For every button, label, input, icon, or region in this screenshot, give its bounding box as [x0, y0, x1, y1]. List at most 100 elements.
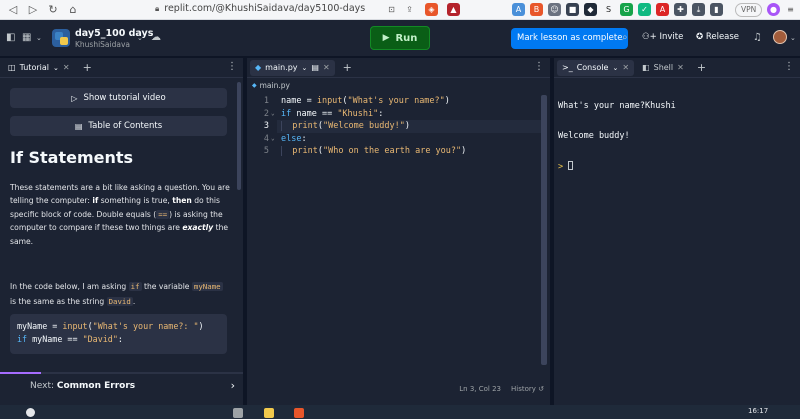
- more-options-icon[interactable]: ⋮: [784, 61, 794, 72]
- breadcrumb[interactable]: ◆ main.py: [252, 81, 290, 90]
- code-line[interactable]: name = input("What's your name?"): [281, 95, 466, 108]
- sidebar-extension[interactable]: ▮: [710, 3, 723, 16]
- reload-icon[interactable]: ↻: [46, 3, 60, 17]
- lesson-progress-bar: [0, 372, 42, 374]
- code-token: ): [404, 121, 410, 131]
- code-token: "David": [82, 334, 118, 344]
- puzzle-extension[interactable]: ✓: [638, 3, 651, 16]
- book-icon: ◫: [8, 63, 16, 72]
- rewards-icon[interactable]: ▲: [447, 3, 460, 16]
- editor-statusbar: Ln 3, Col 23 History ↺: [459, 385, 544, 393]
- code-line[interactable]: if name == "Khushi":: [281, 108, 466, 121]
- install-app-icon[interactable]: ⊡: [385, 3, 398, 16]
- back-icon[interactable]: ◁: [6, 3, 20, 17]
- close-icon[interactable]: ✕: [323, 63, 330, 72]
- sidebar-toggle-icon[interactable]: ◧: [6, 32, 15, 43]
- brave-icon[interactable]: ◈: [425, 3, 438, 16]
- tab-main-py[interactable]: ◆ main.py ⌄ ▤ ✕: [250, 59, 335, 76]
- address-bar[interactable]: 🔒︎ replit.com/@KhushiSaidava/day5100-day…: [155, 3, 365, 14]
- pdf-extension[interactable]: A: [656, 3, 669, 16]
- profile-icon[interactable]: ●: [767, 3, 780, 16]
- more-options-icon[interactable]: ⋮: [534, 61, 544, 72]
- repl-owner[interactable]: KhushiSaidava: [75, 40, 130, 49]
- cloud-icon: ☁: [151, 32, 161, 43]
- code-token: "What's your name?": [347, 96, 445, 106]
- browser-taskbar-icon[interactable]: [294, 408, 304, 418]
- table-of-contents-button[interactable]: ▤ Table of Contents: [10, 116, 227, 136]
- chevron-down-icon[interactable]: ⌄: [137, 34, 143, 42]
- show-tutorial-video-button[interactable]: ▷ Show tutorial video: [10, 88, 227, 108]
- code-token: myName =: [17, 321, 63, 331]
- close-icon[interactable]: ✕: [63, 63, 70, 72]
- pane-divider[interactable]: [243, 58, 247, 405]
- chevron-down-icon[interactable]: ⌄: [612, 64, 618, 72]
- code-line[interactable]: else:: [281, 133, 466, 146]
- indent-guide: [281, 121, 293, 131]
- menu-icon[interactable]: ≡: [784, 3, 797, 16]
- fold-chevron-icon[interactable]: ⌄: [271, 133, 279, 146]
- dark-extension[interactable]: ■: [566, 3, 579, 16]
- prompt-glyph: >: [558, 162, 564, 172]
- search-icon[interactable]: [26, 408, 35, 417]
- chevron-down-icon[interactable]: ⌄: [302, 64, 308, 72]
- release-button[interactable]: ✪ Release: [696, 32, 739, 42]
- s-extension[interactable]: S: [602, 3, 615, 16]
- tutorial-scrollbar[interactable]: [237, 82, 241, 190]
- tab-shell[interactable]: ◧ Shell ✕: [637, 60, 689, 76]
- code-line[interactable]: print("Welcome buddy!"): [281, 120, 466, 133]
- url-text: replit.com/@KhushiSaidava/day5100-days: [164, 3, 366, 14]
- user-extension[interactable]: ☺: [548, 3, 561, 16]
- format-icon[interactable]: ▤: [311, 63, 319, 72]
- fold-chevron-icon[interactable]: ⌄: [271, 108, 279, 121]
- code-token: ): [461, 146, 467, 156]
- invite-button[interactable]: ⚇+ Invite: [642, 32, 683, 42]
- close-icon[interactable]: ✕: [622, 63, 629, 72]
- avatar[interactable]: [773, 30, 787, 44]
- add-tab-icon[interactable]: +: [697, 61, 706, 74]
- close-icon[interactable]: ✕: [677, 63, 684, 72]
- layout-icon[interactable]: ▦: [22, 32, 31, 43]
- grammarly-extension[interactable]: G: [620, 3, 633, 16]
- code-line[interactable]: print("Who on the earth are you?"): [281, 145, 466, 158]
- share-icon[interactable]: ⇪: [403, 3, 416, 16]
- brave-shield-extension[interactable]: B: [530, 3, 543, 16]
- chevron-down-icon[interactable]: ⌄: [36, 34, 42, 42]
- history-button[interactable]: History ↺: [511, 385, 544, 393]
- pane-divider[interactable]: [550, 58, 554, 405]
- console-prompt[interactable]: >: [558, 161, 676, 172]
- python-file-icon: ◆: [255, 63, 262, 72]
- extensions-puzzle-extension[interactable]: ✚: [674, 3, 687, 16]
- search-icon[interactable]: ⌕: [622, 32, 628, 43]
- tab-tutorial[interactable]: ◫ Tutorial ⌄ ✕: [3, 60, 75, 76]
- console-output[interactable]: What's your name?Khushi Welcome buddy! >: [558, 81, 676, 192]
- translate-extension[interactable]: A: [512, 3, 525, 16]
- app-extension[interactable]: ◆: [584, 3, 597, 16]
- editor-scrollbar[interactable]: [541, 95, 547, 365]
- text-run: the variable: [141, 282, 192, 291]
- vpn-button[interactable]: VPN: [735, 3, 763, 17]
- editor-tabbar: ◆ main.py ⌄ ▤ ✕ + ⋮: [247, 58, 550, 78]
- add-tab-icon[interactable]: +: [343, 61, 352, 74]
- code-editor[interactable]: name = input("What's your name?") if name…: [281, 95, 466, 158]
- task-view-icon[interactable]: [233, 408, 243, 418]
- forward-icon[interactable]: ▷: [26, 3, 40, 17]
- os-taskbar: 16:17: [0, 405, 800, 419]
- more-options-icon[interactable]: ⋮: [227, 61, 237, 72]
- mark-lesson-complete-button[interactable]: Mark lesson as complete: [511, 28, 629, 49]
- home-icon[interactable]: ⌂: [66, 3, 80, 17]
- fold-gutter[interactable]: ⌄ ⌄: [271, 95, 279, 158]
- run-button[interactable]: ▶ Run: [370, 26, 430, 50]
- line-number: 2: [263, 108, 269, 119]
- code-token: input: [62, 321, 88, 331]
- chevron-down-icon[interactable]: ⌄: [53, 64, 59, 72]
- next-lesson-button[interactable]: Next: Common Errors ›: [0, 372, 243, 398]
- bell-icon[interactable]: ♫: [753, 32, 762, 43]
- chevron-right-icon: ›: [230, 379, 235, 392]
- terminal-icon: >_: [562, 63, 573, 72]
- add-tab-icon[interactable]: +: [83, 61, 92, 74]
- download-extension[interactable]: ⤓: [692, 3, 705, 16]
- file-explorer-icon[interactable]: [264, 408, 274, 418]
- cursor-position[interactable]: Ln 3, Col 23: [459, 385, 501, 393]
- chevron-down-icon[interactable]: ⌄: [790, 34, 796, 42]
- tab-console[interactable]: >_ Console ⌄ ✕: [557, 59, 635, 76]
